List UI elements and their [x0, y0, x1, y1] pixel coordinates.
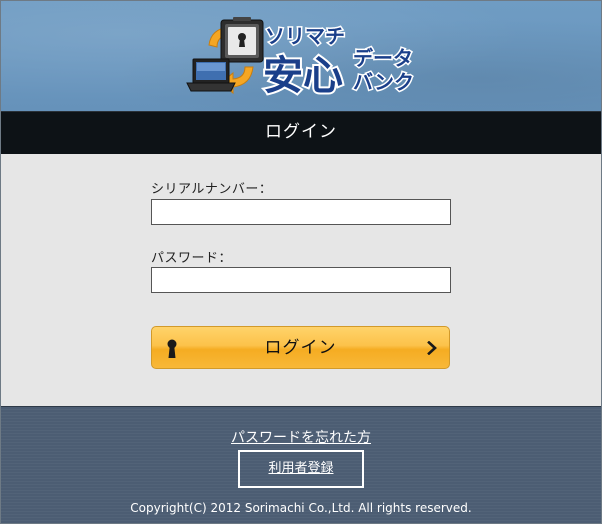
logo: ソリマチ 安心 データ バンク: [181, 15, 426, 103]
serial-number-input[interactable]: [151, 199, 451, 225]
copyright-text: Copyright(C) 2012 Sorimachi Co.,Ltd. All…: [130, 501, 472, 515]
password-label: パスワード：: [151, 251, 233, 266]
safe-icon: [220, 17, 264, 63]
password-input[interactable]: [151, 267, 451, 293]
login-form: シリアルナンバー： パスワード： ログイン: [1, 154, 601, 406]
page-title: ログイン: [1, 111, 601, 154]
login-page: ソリマチ 安心 データ バンク ログイン シリアルナンバー： パスワード： ログ…: [0, 0, 602, 524]
footer: パスワードを忘れた方 利用者登録 Copyright(C) 2012 Sorim…: [1, 406, 601, 523]
logo-text-main: 安心: [263, 53, 343, 99]
forgot-password-link[interactable]: パスワードを忘れた方: [1, 427, 601, 447]
serial-number-label: シリアルナンバー：: [151, 182, 273, 197]
header-banner: ソリマチ 安心 データ バンク: [1, 1, 601, 111]
logo-text-bank: バンク: [353, 70, 414, 94]
logo-graphic: ソリマチ 安心 データ バンク: [186, 17, 416, 101]
chevron-right-icon: [427, 341, 437, 355]
laptop-icon: [186, 58, 236, 92]
logo-text-data: データ: [353, 46, 413, 70]
login-button[interactable]: ログイン: [151, 326, 450, 369]
register-button[interactable]: 利用者登録: [238, 450, 364, 488]
logo-text-brand: ソリマチ: [265, 24, 345, 48]
login-button-label: ログイン: [264, 338, 337, 357]
